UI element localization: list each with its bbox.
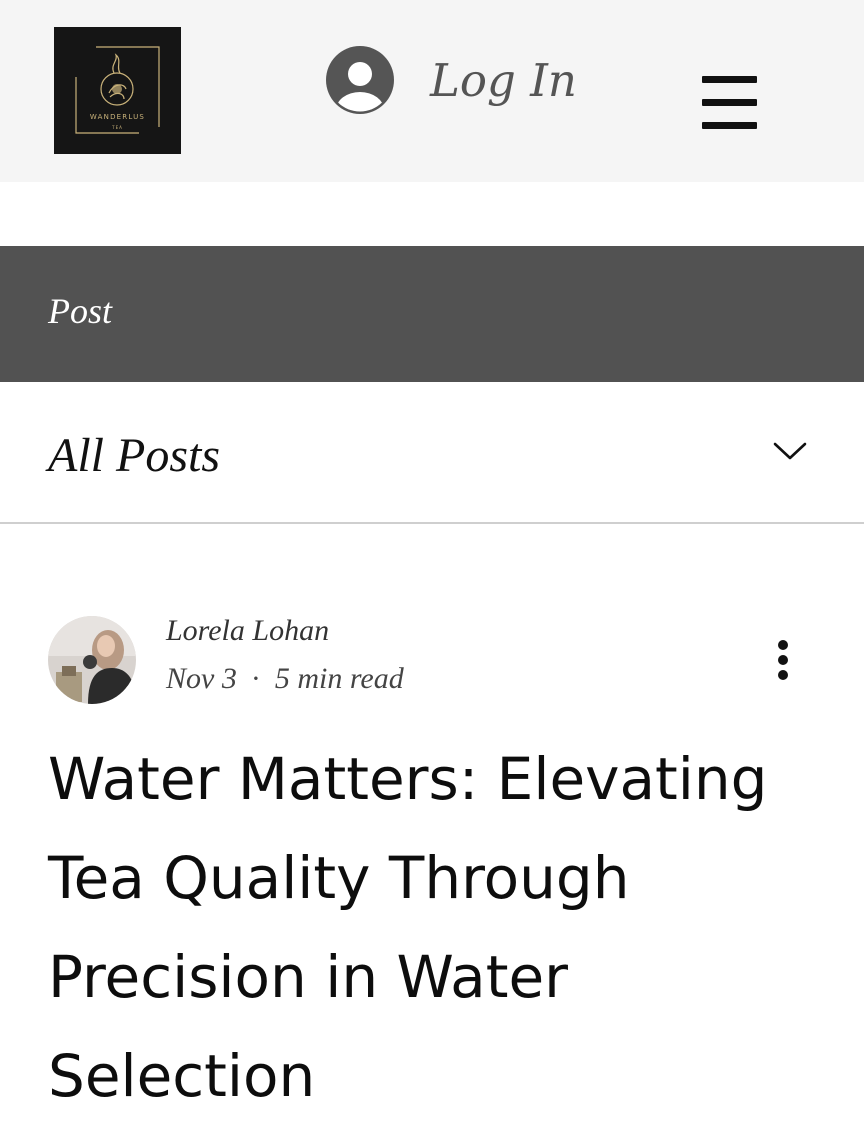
more-dot bbox=[778, 670, 788, 680]
menu-bar bbox=[702, 122, 757, 129]
post-read-time: 5 min read bbox=[274, 662, 404, 695]
more-dot bbox=[778, 640, 788, 650]
user-avatar-icon bbox=[326, 46, 394, 114]
login-label: Log In bbox=[430, 53, 577, 107]
logo-sub-text: TEA bbox=[112, 125, 123, 130]
hamburger-menu-icon[interactable] bbox=[700, 76, 758, 130]
post-meta: Nov 3 · 5 min read bbox=[166, 662, 404, 696]
menu-bar bbox=[702, 76, 757, 83]
login-button[interactable]: Log In bbox=[324, 44, 577, 116]
author-avatar[interactable] bbox=[48, 616, 136, 704]
more-vertical-icon[interactable] bbox=[770, 636, 798, 684]
author-photo bbox=[48, 616, 136, 704]
section-header-band bbox=[0, 246, 864, 382]
category-dropdown[interactable]: All Posts bbox=[0, 384, 864, 524]
chevron-down-icon bbox=[773, 442, 807, 460]
post-title[interactable]: Water Matters: Elevating Tea Quality Thr… bbox=[48, 730, 838, 1126]
logo-brand-text: WANDERLUS bbox=[89, 113, 146, 121]
section-title: Post bbox=[48, 291, 113, 331]
author-name[interactable]: Lorela Lohan bbox=[166, 614, 329, 648]
meta-separator: · bbox=[250, 662, 261, 695]
site-logo[interactable]: WANDERLUS TEA bbox=[54, 27, 181, 154]
category-selected-label: All Posts bbox=[48, 429, 221, 482]
site-header: WANDERLUS TEA Log In bbox=[0, 0, 864, 182]
more-dot bbox=[778, 655, 788, 665]
post-date: Nov 3 bbox=[166, 662, 237, 695]
menu-bar bbox=[702, 99, 757, 106]
logo-emblem bbox=[75, 46, 160, 134]
